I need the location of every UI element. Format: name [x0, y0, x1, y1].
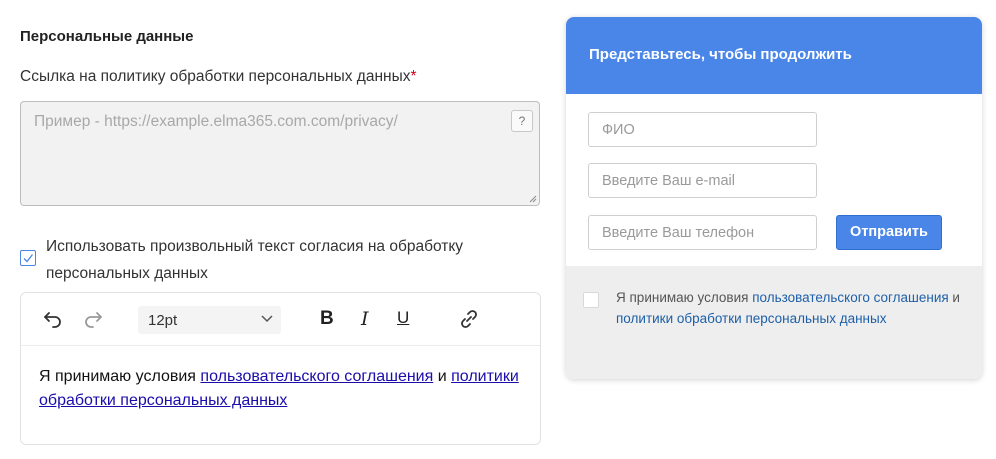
consent-text-editor[interactable]: 12pt B I U Я принимаю условия пользовате…	[20, 292, 541, 445]
undo-icon[interactable]	[41, 307, 65, 331]
form-privacy-policy-link[interactable]: политики обработки персональных данных	[616, 311, 886, 326]
editor-text-middle: и	[433, 368, 452, 385]
user-agreement-link[interactable]: пользовательского соглашения	[200, 368, 433, 385]
name-input[interactable]: ФИО	[588, 112, 817, 147]
form-consent-checkbox[interactable]	[583, 292, 599, 308]
form-consent-prefix: Я принимаю условия	[616, 290, 753, 305]
custom-consent-label[interactable]: Использовать произвольный текст согласия…	[46, 233, 506, 287]
policy-label-text: Ссылка на политику обработки персональны…	[20, 68, 411, 85]
bold-button[interactable]: B	[320, 308, 334, 330]
submit-button[interactable]: Отправить	[836, 215, 942, 250]
section-title: Персональные данные	[20, 28, 194, 45]
help-icon[interactable]: ?	[511, 110, 533, 132]
form-footer: Я принимаю условия пользовательского сог…	[566, 266, 982, 379]
policy-field-label: Ссылка на политику обработки персональны…	[20, 68, 417, 86]
font-size-value: 12pt	[148, 312, 178, 329]
form-title: Представьтесь, чтобы продолжить	[589, 46, 852, 63]
form-consent-middle: и	[948, 290, 960, 305]
required-mark: *	[410, 68, 417, 85]
redo-icon[interactable]	[81, 307, 105, 331]
form-preview-card: Представьтесь, чтобы продолжить ФИО Введ…	[566, 17, 982, 379]
phone-input[interactable]: Введите Ваш телефон	[588, 215, 817, 250]
underline-button[interactable]: U	[397, 308, 409, 328]
policy-url-textarea[interactable]: Пример - https://example.elma365.com.com…	[20, 101, 540, 206]
email-input[interactable]: Введите Ваш e-mail	[588, 163, 817, 198]
phone-placeholder: Введите Ваш телефон	[602, 225, 755, 241]
form-header: Представьтесь, чтобы продолжить	[566, 17, 982, 94]
italic-button[interactable]: I	[361, 308, 369, 330]
checkmark-icon	[23, 254, 34, 263]
form-user-agreement-link[interactable]: пользовательского соглашения	[752, 290, 948, 305]
link-icon[interactable]	[457, 307, 481, 331]
font-size-select[interactable]: 12pt	[138, 306, 281, 334]
policy-url-placeholder: Пример - https://example.elma365.com.com…	[34, 113, 398, 130]
custom-consent-checkbox[interactable]	[20, 250, 36, 266]
form-consent-text: Я принимаю условия пользовательского сог…	[616, 287, 966, 329]
chevron-down-icon	[261, 315, 273, 323]
editor-content[interactable]: Я принимаю условия пользовательского сог…	[39, 365, 519, 413]
name-placeholder: ФИО	[602, 122, 635, 138]
email-placeholder: Введите Ваш e-mail	[602, 173, 735, 189]
resize-grip-icon[interactable]	[529, 195, 537, 203]
editor-toolbar: 12pt B I U	[21, 293, 540, 346]
editor-text-prefix: Я принимаю условия	[39, 368, 201, 385]
